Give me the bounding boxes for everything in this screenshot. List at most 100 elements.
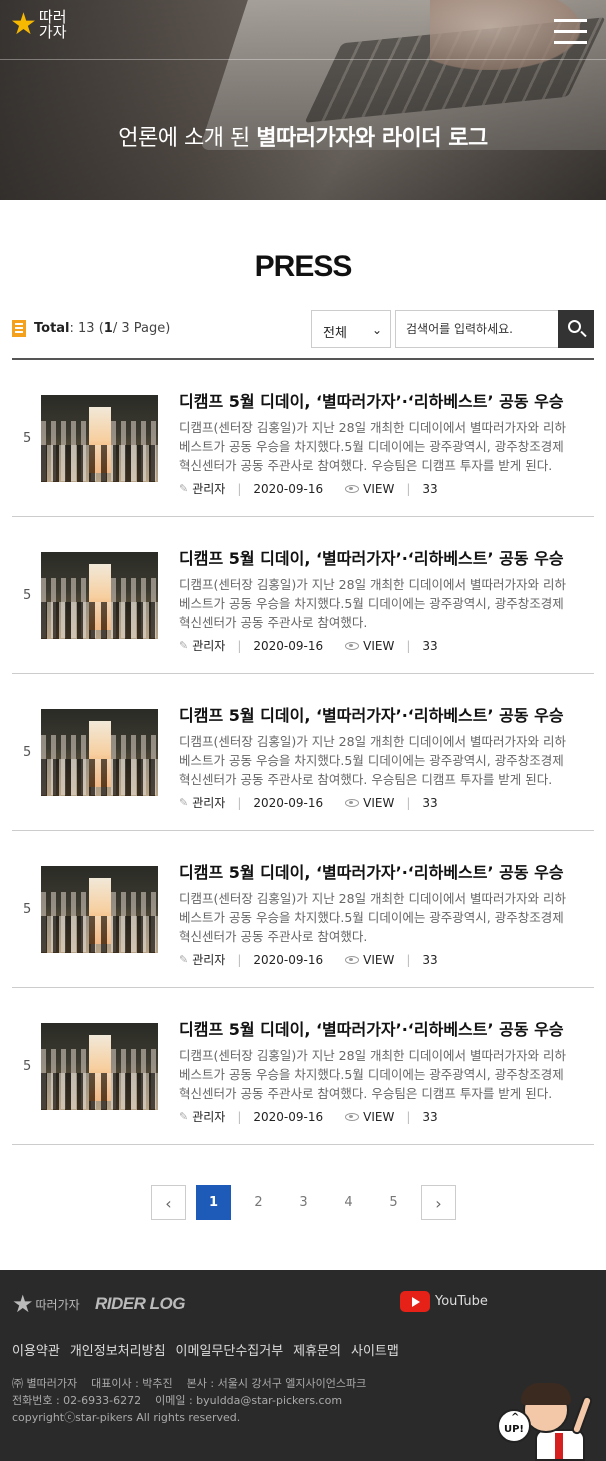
view-count: 33: [422, 795, 438, 810]
post-thumbnail[interactable]: [41, 709, 158, 796]
page-3-button[interactable]: 3: [286, 1185, 321, 1220]
pencil-icon: ✎: [179, 1110, 189, 1123]
view-label: VIEW: [363, 638, 395, 653]
post-date: 2020-09-16: [253, 1109, 324, 1124]
post-meta: ✎ 관리자 | 2020-09-16 VIEW | 33: [179, 952, 438, 968]
post-title[interactable]: 디캠프 5월 디데이, ‘별따러가자’·‘리하베스트’ 공동 우승: [179, 388, 579, 412]
list-item[interactable]: 5 디캠프 5월 디데이, ‘별따러가자’·‘리하베스트’ 공동 우승 디캠프(…: [12, 988, 594, 1145]
total-text: : 13 (: [69, 321, 104, 336]
post-meta: ✎ 관리자 | 2020-09-16 VIEW | 33: [179, 795, 438, 811]
post-meta: ✎ 관리자 | 2020-09-16 VIEW | 33: [179, 1109, 438, 1125]
post-title[interactable]: 디캠프 5월 디데이, ‘별따러가자’·‘리하베스트’ 공동 우승: [179, 1016, 579, 1040]
view-label: VIEW: [363, 1109, 395, 1124]
post-summary: 디캠프(센터장 김홍일)가 지난 28일 개최한 디데이에서 별따러가자와 리하…: [179, 891, 566, 944]
post-author: 관리자: [192, 639, 226, 653]
search-scope-select[interactable]: 전체 ⌄: [311, 310, 391, 348]
eye-icon: [345, 955, 360, 964]
footer-logo-text: 따러가자: [35, 1297, 80, 1312]
page-5-button[interactable]: 5: [376, 1185, 411, 1220]
youtube-icon: [400, 1291, 430, 1312]
post-author: 관리자: [192, 482, 226, 496]
page-4-button[interactable]: 4: [331, 1185, 366, 1220]
view-label: VIEW: [363, 481, 395, 496]
company-email: 이메일 : byuldda@star-pickers.com: [155, 1394, 343, 1407]
eye-icon: [345, 484, 360, 493]
company-address: 본사 : 서울시 강서구 엘지사이언스파크: [186, 1377, 367, 1390]
pencil-icon: ✎: [179, 796, 189, 809]
rider-log-logo[interactable]: RIDER LOG: [95, 1294, 185, 1314]
mascot-character: UP!: [497, 1383, 606, 1461]
post-title[interactable]: 디캠프 5월 디데이, ‘별따러가자’·‘리하베스트’ 공동 우승: [179, 702, 579, 726]
post-number: 5: [23, 1059, 32, 1074]
post-author: 관리자: [192, 1110, 226, 1124]
post-meta: ✎ 관리자 | 2020-09-16 VIEW | 33: [179, 481, 438, 497]
press-list: 5 디캠프 5월 디데이, ‘별따러가자’·‘리하베스트’ 공동 우승 디캠프(…: [12, 360, 594, 1145]
scroll-to-top-button[interactable]: UP!: [497, 1409, 531, 1443]
logo-text: 따러 가자: [39, 10, 67, 40]
next-page-button[interactable]: ›: [421, 1185, 456, 1220]
logo-text-line2: 가자: [38, 23, 67, 41]
company-phone: 전화번호 : 02-6933-6272: [12, 1394, 142, 1407]
post-number: 5: [23, 745, 32, 760]
site-logo[interactable]: ★ 따러 가자: [10, 10, 67, 40]
post-thumbnail[interactable]: [41, 395, 158, 482]
hero-banner: ★ 따러 가자 언론에 소개 된 별따러가자와 라이더 로그: [0, 0, 606, 200]
youtube-link[interactable]: YouTube: [400, 1291, 488, 1312]
total-count: Total : 13 (1 / 3 Page): [12, 320, 170, 337]
post-summary: 디캠프(센터장 김홍일)가 지난 28일 개최한 디데이에서 별따러가자와 리하…: [179, 1048, 566, 1101]
footer-link-email-policy[interactable]: 이메일무단수집거부: [176, 1340, 284, 1359]
chevron-down-icon: ⌄: [371, 323, 382, 337]
view-count: 33: [422, 1109, 438, 1124]
post-author: 관리자: [192, 953, 226, 967]
post-author: 관리자: [192, 796, 226, 810]
footer-logo[interactable]: ★ 따러가자: [12, 1290, 80, 1318]
total-label: Total: [34, 321, 70, 336]
footer-links: 이용약관 개인정보처리방침 이메일무단수집거부 제휴문의 사이트맵: [12, 1340, 409, 1359]
page-1-button[interactable]: 1: [196, 1185, 231, 1220]
hamburger-menu-icon[interactable]: [554, 19, 587, 45]
post-summary: 디캠프(센터장 김홍일)가 지난 28일 개최한 디데이에서 별따러가자와 리하…: [179, 734, 566, 787]
post-title[interactable]: 디캠프 5월 디데이, ‘별따러가자’·‘리하베스트’ 공동 우승: [179, 859, 572, 883]
pencil-icon: ✎: [179, 482, 189, 495]
post-title[interactable]: 디캠프 5월 디데이, ‘별따러가자’·‘리하베스트’ 공동 우승: [179, 545, 572, 569]
company-info: ㈜ 별따러가자 대표이사 : 박추진 본사 : 서울시 강서구 엘지사이언스파크 전…: [12, 1375, 380, 1426]
youtube-label: YouTube: [435, 1294, 488, 1309]
star-logo-icon: ★: [10, 7, 37, 42]
view-count: 33: [422, 952, 438, 967]
star-logo-icon: ★: [12, 1290, 34, 1318]
pagination: ‹ 1 2 3 4 5 ›: [151, 1185, 466, 1220]
eye-icon: [345, 798, 360, 807]
post-date: 2020-09-16: [253, 638, 324, 653]
post-thumbnail[interactable]: [41, 1023, 158, 1110]
post-summary: 디캠프(센터장 김홍일)가 지난 28일 개최한 디데이에서 별따러가자와 리하…: [179, 420, 566, 473]
header-divider: [0, 59, 606, 60]
footer-link-sitemap[interactable]: 사이트맵: [351, 1340, 399, 1359]
post-number: 5: [23, 588, 32, 603]
post-date: 2020-09-16: [253, 952, 324, 967]
post-thumbnail[interactable]: [41, 552, 158, 639]
post-thumbnail[interactable]: [41, 866, 158, 953]
list-item[interactable]: 5 디캠프 5월 디데이, ‘별따러가자’·‘리하베스트’ 공동 우승 디캠프(…: [12, 517, 594, 674]
list-toolbar: Total : 13 (1 / 3 Page) 전체 ⌄: [12, 310, 594, 348]
search-input[interactable]: [395, 310, 558, 348]
eye-icon: [345, 641, 360, 650]
list-item[interactable]: 5 디캠프 5월 디데이, ‘별따러가자’·‘리하베스트’ 공동 우승 디캠프(…: [12, 360, 594, 517]
list-item[interactable]: 5 디캠프 5월 디데이, ‘별따러가자’·‘리하베스트’ 공동 우승 디캠프(…: [12, 831, 594, 988]
footer-link-privacy[interactable]: 개인정보처리방침: [70, 1340, 166, 1359]
list-item[interactable]: 5 디캠프 5월 디데이, ‘별따러가자’·‘리하베스트’ 공동 우승 디캠프(…: [12, 674, 594, 831]
view-count: 33: [422, 481, 438, 496]
pencil-icon: ✎: [179, 953, 189, 966]
footer-link-terms[interactable]: 이용약관: [12, 1340, 60, 1359]
view-label: VIEW: [363, 795, 395, 810]
post-number: 5: [23, 902, 32, 917]
company-ceo: 대표이사 : 박추진: [91, 1377, 173, 1390]
page-2-button[interactable]: 2: [241, 1185, 276, 1220]
search-button[interactable]: [558, 310, 594, 348]
post-date: 2020-09-16: [253, 481, 324, 496]
hero-title-plain: 언론에 소개 된: [118, 126, 257, 151]
post-summary: 디캠프(센터장 김홍일)가 지난 28일 개최한 디데이에서 별따러가자와 리하…: [179, 577, 566, 630]
prev-page-button[interactable]: ‹: [151, 1185, 186, 1220]
eye-icon: [345, 1112, 360, 1121]
footer-link-partnership[interactable]: 제휴문의: [293, 1340, 341, 1359]
view-count: 33: [422, 638, 438, 653]
